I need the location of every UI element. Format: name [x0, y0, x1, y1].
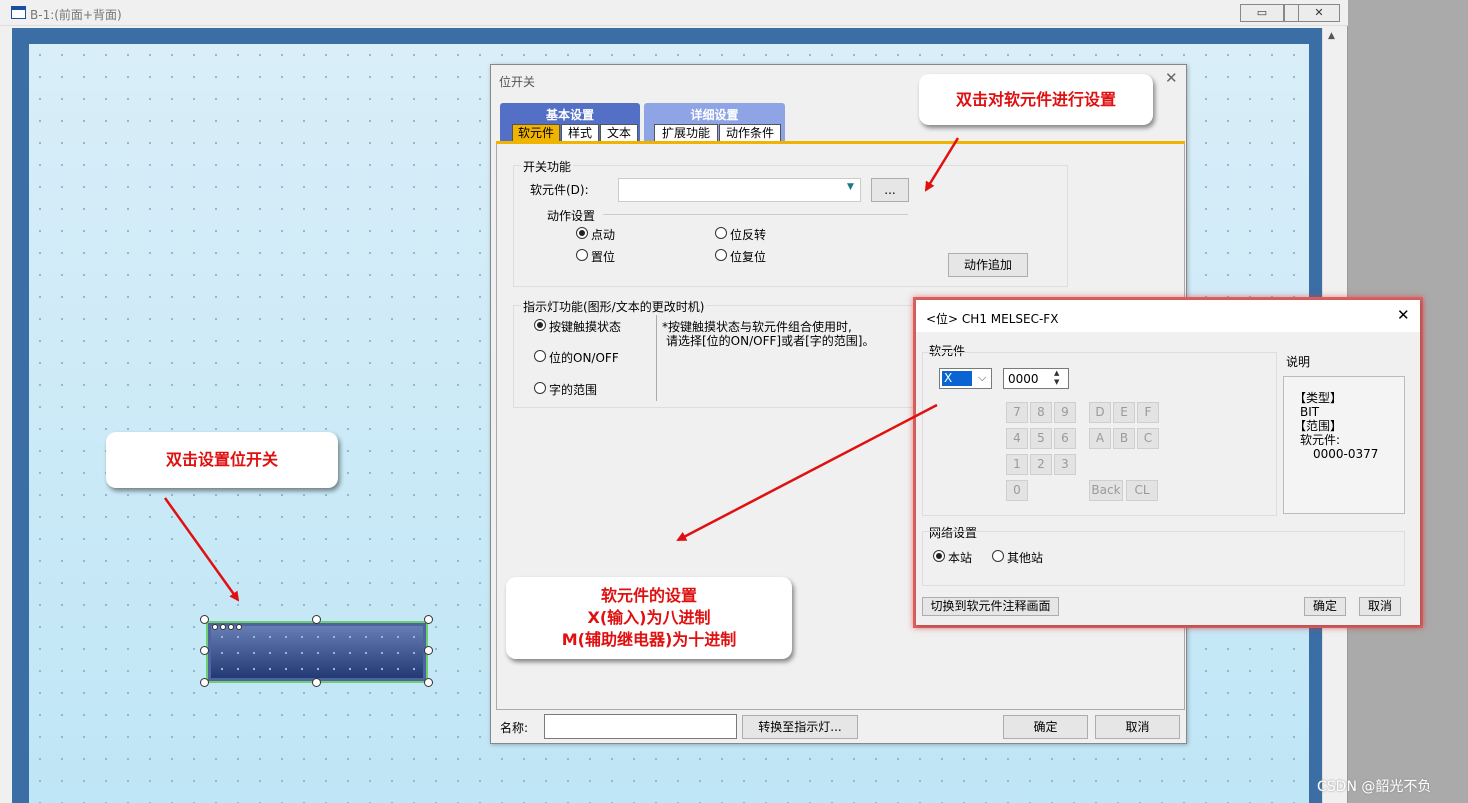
arrow-to-note	[676, 403, 938, 542]
arrow-to-switch	[163, 497, 240, 602]
watermark: CSDN @韶光不负	[1317, 779, 1432, 795]
arrow-to-browse	[924, 137, 960, 192]
annotation-arrows	[163, 137, 960, 602]
